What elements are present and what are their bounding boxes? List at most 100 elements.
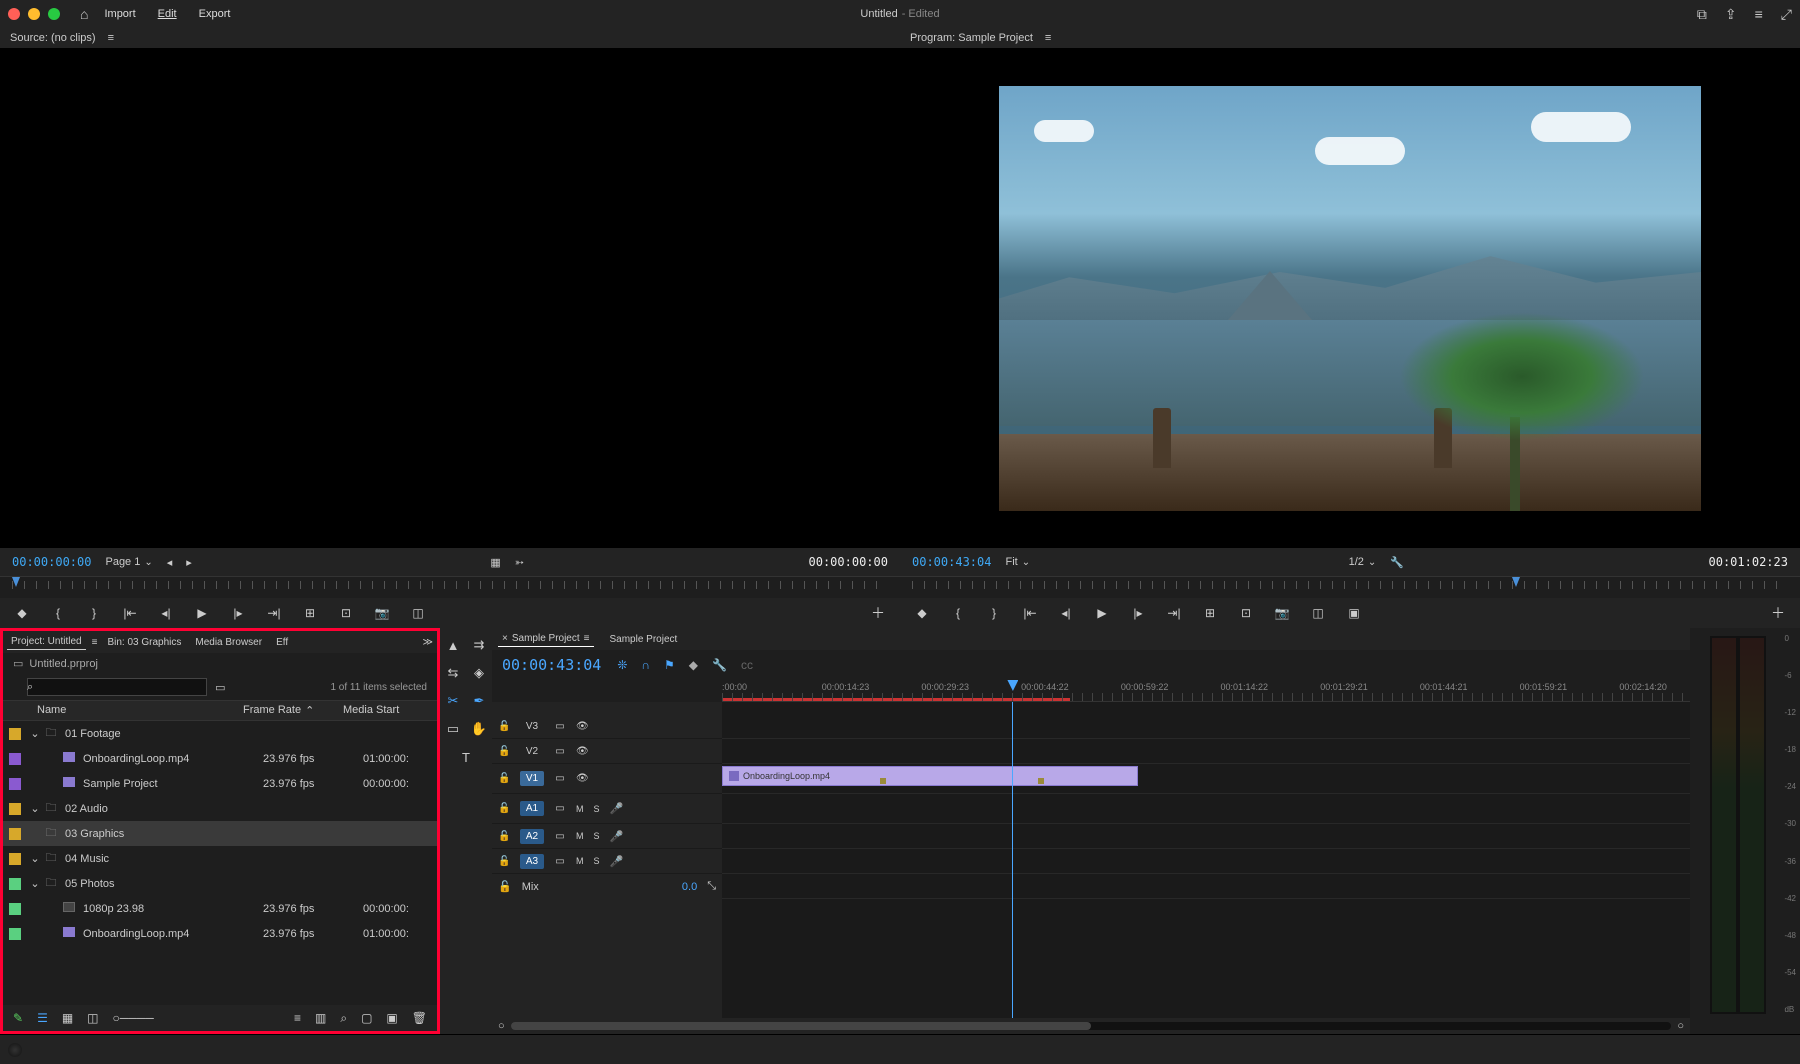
rate-stretch-tool-icon[interactable]: ◈	[470, 664, 488, 682]
solo-button[interactable]: S	[594, 831, 600, 841]
track-select-tool-icon[interactable]: ⇉	[470, 636, 488, 654]
creative-cloud-icon[interactable]	[8, 1043, 22, 1057]
project-item-row[interactable]: ⌄🗀01 Footage	[3, 721, 437, 746]
close-tab-icon[interactable]: ×	[502, 633, 508, 644]
comparison-icon[interactable]: ◫	[1310, 606, 1326, 620]
ripple-tool-icon[interactable]: ⇆	[444, 664, 462, 682]
captions-icon[interactable]: cc	[741, 658, 753, 672]
target-icon[interactable]: ▭	[554, 721, 566, 732]
mark-in-icon[interactable]: ◆	[14, 606, 30, 620]
export-frame-icon[interactable]: 📷	[374, 606, 390, 620]
label-swatch[interactable]	[9, 928, 21, 940]
timeline-horizontal-scrollbar[interactable]: ○ ○	[492, 1018, 1690, 1034]
play-icon[interactable]: ▶	[194, 606, 210, 620]
lock-icon[interactable]: 🔓	[498, 856, 510, 867]
step-forward-icon[interactable]: |▸	[1130, 606, 1146, 620]
project-item-row[interactable]: 🗀03 Graphics	[3, 821, 437, 846]
goto-out-icon[interactable]: ⇥|	[266, 606, 282, 620]
new-bin-shortcut-icon[interactable]: ▭	[215, 681, 225, 694]
program-playhead-marker[interactable]	[1512, 577, 1520, 587]
type-tool-icon[interactable]: T	[457, 748, 475, 766]
settings-marker-icon[interactable]: ◆	[689, 658, 698, 672]
timeline-tab[interactable]: Sample Project	[606, 632, 682, 647]
source-ruler[interactable]	[0, 576, 900, 598]
project-item-row[interactable]: Sample Project23.976 fps00:00:00:	[3, 771, 437, 796]
source-timecode-in[interactable]: 00:00:00:00	[12, 555, 91, 569]
home-icon[interactable]: ⌂	[80, 6, 88, 22]
zoom-slider[interactable]: ○────	[113, 1011, 154, 1025]
playhead[interactable]	[1012, 702, 1013, 1018]
mic-icon[interactable]: 🎤	[610, 830, 624, 843]
timeline-timecode[interactable]: 00:00:43:04	[502, 656, 601, 674]
new-bin-icon[interactable]: ▢	[361, 1011, 372, 1025]
solo-button[interactable]: S	[594, 804, 600, 814]
lock-icon[interactable]: 🔓	[498, 773, 510, 784]
mark-close-icon[interactable]: }	[986, 606, 1002, 620]
step-back-icon[interactable]: ◂|	[1058, 606, 1074, 620]
label-swatch[interactable]	[9, 853, 21, 865]
scrollbar-track[interactable]	[511, 1022, 1672, 1030]
expand-icon[interactable]: ⤡	[707, 880, 716, 893]
mix-value[interactable]: 0.0	[682, 881, 697, 893]
mute-button[interactable]: M	[576, 804, 584, 814]
track-lane-a1[interactable]	[722, 794, 1690, 824]
track-lane-v1[interactable]: OnboardingLoop.mp4	[722, 764, 1690, 794]
lock-icon[interactable]: 🔓	[498, 880, 512, 893]
hand-tool-icon[interactable]: ✋	[470, 720, 488, 738]
column-name[interactable]: Name	[3, 704, 243, 717]
program-wrench-icon[interactable]: 🔧	[1390, 556, 1404, 569]
label-swatch[interactable]	[9, 728, 21, 740]
track-header-a3[interactable]: 🔓A3▭MS🎤	[492, 849, 722, 874]
target-icon[interactable]: ▭	[554, 856, 566, 867]
target-icon[interactable]: ▭	[554, 831, 566, 842]
comparison-icon[interactable]: ◫	[410, 606, 426, 620]
lift-icon[interactable]: ⊞	[1202, 606, 1218, 620]
mix-track-header[interactable]: 🔓Mix0.0⤡	[492, 874, 722, 899]
mark-open-icon[interactable]: {	[950, 606, 966, 620]
overflow-icon[interactable]: ≫	[423, 637, 433, 648]
project-item-row[interactable]: ⌄🗀05 Photos	[3, 871, 437, 896]
source-page-select[interactable]: Page 1	[105, 556, 152, 568]
panel-menu-icon[interactable]: ≡	[1045, 32, 1051, 44]
program-monitor-display[interactable]	[900, 49, 1800, 548]
tab-edit[interactable]: Edit	[152, 6, 183, 22]
rectangle-tool-icon[interactable]: ▭	[444, 720, 462, 738]
tab-effects[interactable]: Eff	[272, 635, 292, 650]
target-icon[interactable]: ▭	[554, 773, 566, 784]
marker-icon[interactable]: ⚑	[664, 658, 675, 672]
track-header-v1[interactable]: 🔓V1▭👁	[492, 764, 722, 794]
track-lane-mix[interactable]	[722, 874, 1690, 899]
goto-out-icon[interactable]: ⇥|	[1166, 606, 1182, 620]
linked-selection-icon[interactable]: ∩	[641, 658, 650, 672]
sort-icon[interactable]: ≡	[294, 1011, 301, 1025]
panel-menu-icon[interactable]: ≡	[584, 633, 590, 644]
snap-icon[interactable]: ❊	[617, 658, 627, 672]
column-framerate[interactable]: Frame Rate⌃	[243, 704, 343, 717]
lock-icon[interactable]: 🔓	[498, 746, 510, 757]
tab-project[interactable]: Project: Untitled	[7, 634, 86, 650]
mute-button[interactable]: M	[576, 831, 584, 841]
insert-icon[interactable]: ⊞	[302, 606, 318, 620]
label-swatch[interactable]	[9, 878, 21, 890]
delete-icon[interactable]: 🗑	[412, 1011, 427, 1025]
razor-tool-icon[interactable]: ✂	[444, 692, 462, 710]
source-settings-icon[interactable]: ▦	[490, 556, 500, 569]
source-step-fwd-icon[interactable]: ▸	[186, 556, 192, 569]
label-swatch[interactable]	[9, 828, 21, 840]
source-wrench-icon[interactable]: ➳	[515, 556, 524, 569]
fullscreen-icon[interactable]: ⤢	[1781, 6, 1792, 23]
program-resolution-select[interactable]: 1/2	[1349, 556, 1377, 568]
program-fit-select[interactable]: Fit	[1005, 556, 1030, 568]
source-timecode-out[interactable]: 00:00:00:00	[809, 555, 888, 569]
video-clip[interactable]: OnboardingLoop.mp4	[722, 766, 1138, 786]
disclosure-icon[interactable]: ⌄	[29, 727, 41, 740]
tab-bin[interactable]: Bin: 03 Graphics	[103, 635, 185, 650]
clip-marker-icon[interactable]	[1038, 778, 1044, 784]
source-playhead-marker[interactable]	[12, 577, 20, 587]
program-timecode-duration[interactable]: 00:01:02:23	[1709, 555, 1788, 569]
track-lane-a3[interactable]	[722, 849, 1690, 874]
label-swatch[interactable]	[9, 903, 21, 915]
new-item-icon[interactable]: ▣	[386, 1011, 397, 1025]
goto-in-icon[interactable]: |⇤	[122, 606, 138, 620]
goto-in-icon[interactable]: |⇤	[1022, 606, 1038, 620]
